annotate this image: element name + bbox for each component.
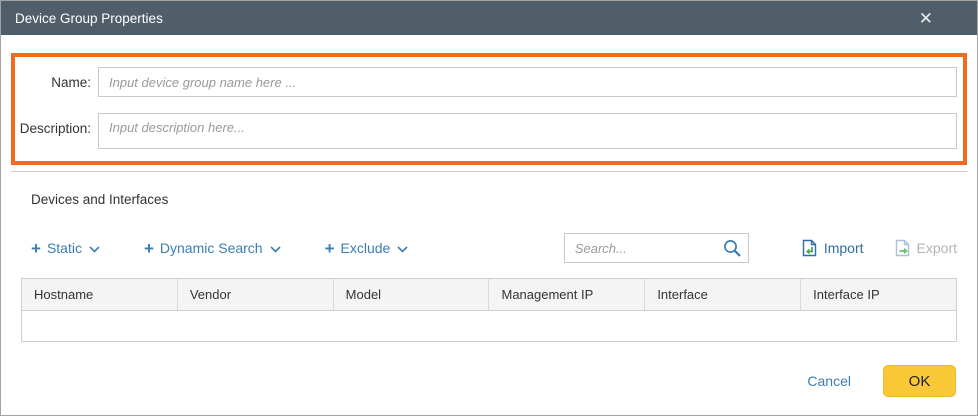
devices-table-header: Hostname Vendor Model Management IP Inte… <box>22 279 956 311</box>
dialog-titlebar: Device Group Properties ✕ <box>1 1 977 35</box>
chevron-down-icon <box>397 246 408 253</box>
column-header-interface-ip[interactable]: Interface IP <box>801 279 956 310</box>
search-box <box>564 233 749 263</box>
column-header-management-ip[interactable]: Management IP <box>489 279 645 310</box>
chevron-down-icon <box>89 246 100 253</box>
add-exclude-button[interactable]: + Exclude <box>325 240 409 257</box>
add-static-label: Static <box>47 240 82 256</box>
dialog-footer: Cancel OK <box>1 365 956 397</box>
column-header-interface[interactable]: Interface <box>645 279 801 310</box>
section-title: Devices and Interfaces <box>31 192 977 207</box>
description-label: Description: <box>15 121 98 136</box>
ok-button[interactable]: OK <box>883 365 956 397</box>
cancel-button[interactable]: Cancel <box>807 373 851 389</box>
add-dynamic-search-button[interactable]: + Dynamic Search <box>144 240 281 257</box>
export-icon <box>894 239 911 257</box>
add-exclude-label: Exclude <box>341 240 391 256</box>
devices-table: Hostname Vendor Model Management IP Inte… <box>21 278 957 342</box>
search-input[interactable] <box>564 233 749 263</box>
devices-toolbar: + Static + Dynamic Search + Exclude <box>31 233 957 263</box>
search-icon[interactable] <box>723 239 741 257</box>
import-icon <box>801 239 818 257</box>
description-row: Description: <box>15 113 957 149</box>
add-dynamic-search-label: Dynamic Search <box>160 240 263 256</box>
column-header-hostname[interactable]: Hostname <box>22 279 178 310</box>
chevron-down-icon <box>270 246 281 253</box>
table-empty-row <box>22 311 956 341</box>
dialog-title: Device Group Properties <box>15 11 163 26</box>
close-icon[interactable]: ✕ <box>915 8 937 29</box>
column-header-model[interactable]: Model <box>334 279 490 310</box>
name-label: Name: <box>15 75 98 90</box>
export-button[interactable]: Export <box>894 239 957 257</box>
import-button[interactable]: Import <box>801 239 864 257</box>
plus-icon: + <box>31 240 41 257</box>
column-header-vendor[interactable]: Vendor <box>178 279 334 310</box>
description-input[interactable] <box>98 113 957 149</box>
add-static-button[interactable]: + Static <box>31 240 100 257</box>
export-label: Export <box>917 240 957 256</box>
highlight-border: Name: Description: <box>11 53 967 165</box>
device-group-properties-dialog: Device Group Properties ✕ Name: Descript… <box>0 0 978 416</box>
name-input[interactable] <box>98 67 957 97</box>
import-label: Import <box>824 240 864 256</box>
plus-icon: + <box>325 240 335 257</box>
section-divider <box>11 171 967 172</box>
name-row: Name: <box>15 67 957 97</box>
plus-icon: + <box>144 240 154 257</box>
